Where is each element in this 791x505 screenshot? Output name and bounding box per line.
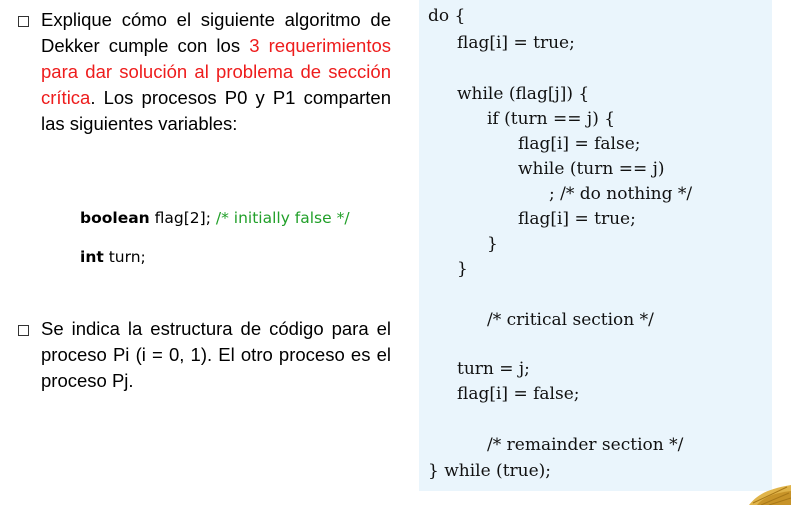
bullet-icon [18,325,29,336]
code-line: turn = j; [457,359,530,379]
code-line: do { [428,6,466,26]
code-line: flag[i] = false; [457,384,580,404]
code-line: /* remainder section */ [487,435,684,455]
question-paragraph: Explique cómo el siguiente algoritmo de … [41,7,391,137]
bullet-icon [18,16,29,27]
corner-decoration-icon [749,485,791,505]
code-line: while (turn == j) [518,159,665,179]
turn-decl-text: turn; [103,248,146,266]
flag-decl-comment: /* initially false */ [215,209,350,227]
code-line: while (flag[j]) { [457,84,590,104]
code-line: flag[i] = false; [518,134,641,154]
code-block: do { flag[i] = true; while (flag[j]) { i… [419,0,772,491]
int-keyword: int [80,248,104,266]
code-line: flag[i] = true; [518,209,636,229]
flag-declaration: boolean flag[2]; /* initially false */ [80,209,350,227]
code-line: } while (true); [428,461,552,481]
code-line: /* critical section */ [487,310,654,330]
question-text-end: . Los procesos P0 y P1 comparten las sig… [41,87,391,134]
turn-declaration: int turn; [80,248,146,266]
boolean-keyword: boolean [80,209,150,227]
code-line: ; /* do nothing */ [549,184,693,204]
code-line: } [487,234,498,254]
code-line: if (turn == j) { [487,109,616,129]
flag-decl-text: flag[2]; [149,209,216,227]
code-line: } [457,259,468,279]
structure-paragraph: Se indica la estructura de código para e… [41,318,391,391]
code-line: flag[i] = true; [457,33,575,53]
